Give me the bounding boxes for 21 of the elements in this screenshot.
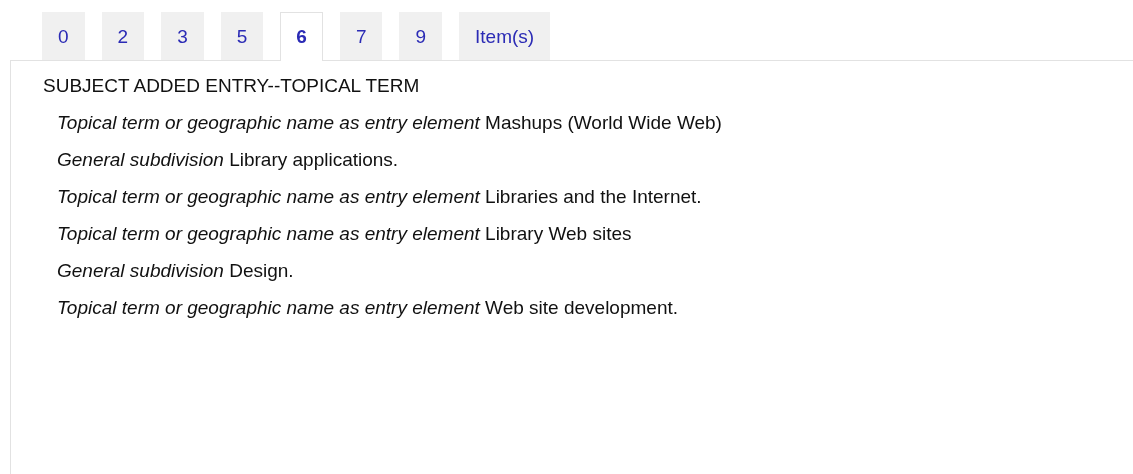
tab[interactable]: 2 [101, 12, 145, 60]
subfield-label: General subdivision [57, 260, 224, 281]
subfield-label: General subdivision [57, 149, 224, 170]
tab[interactable]: 5 [220, 12, 264, 60]
subfield-label: Topical term or geographic name as entry element [57, 186, 480, 207]
subfield-value: Design. [229, 260, 294, 281]
subfield-value: Mashups (World Wide Web) [485, 112, 722, 133]
tab[interactable]: 9 [399, 12, 443, 60]
tab[interactable]: 6 [280, 12, 323, 61]
tab[interactable]: 7 [339, 12, 383, 60]
subfield-value: Libraries and the Internet. [485, 186, 702, 207]
subfield-label: Topical term or geographic name as entry element [57, 112, 480, 133]
tab[interactable]: 0 [42, 12, 85, 60]
tab[interactable]: Item(s) [459, 12, 551, 60]
field-heading: SUBJECT ADDED ENTRY--TOPICAL TERM [43, 75, 421, 97]
subfield-label: Topical term or geographic name as entry element [57, 297, 480, 318]
tab[interactable]: 3 [161, 12, 204, 60]
subfield-value: Library Web sites [485, 223, 632, 244]
subfield-value: Web site development. [485, 297, 678, 318]
subfield-value: Library applications. [229, 149, 399, 170]
subfield-label: Topical term or geographic name as entry element [57, 223, 480, 244]
